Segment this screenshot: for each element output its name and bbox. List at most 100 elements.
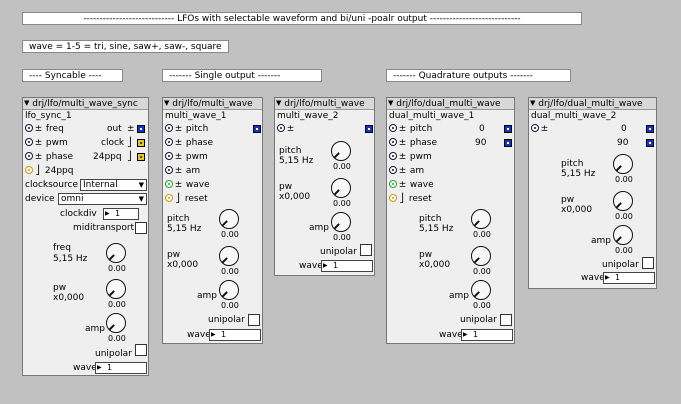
pitch-knob[interactable] (219, 209, 239, 229)
outlet-90-icon[interactable] (504, 139, 512, 147)
unipolar-toggle[interactable] (500, 314, 512, 326)
inlet-icon[interactable] (25, 152, 33, 160)
inlet-wave[interactable]: ± wave (165, 179, 210, 191)
outlet-icon[interactable] (253, 125, 261, 133)
outlet-out-icon[interactable] (137, 125, 145, 133)
inlet-icon[interactable] (389, 194, 397, 202)
inlet-am[interactable]: ± am (165, 165, 200, 177)
collapse-triangle-icon[interactable]: ▼ (24, 99, 29, 107)
collapse-triangle-icon[interactable]: ▼ (276, 99, 281, 107)
wave-number-box[interactable]: ▶ 1 (603, 272, 655, 284)
wave-number-box[interactable]: ▶ 1 (461, 329, 513, 341)
amp-knob[interactable] (219, 280, 239, 300)
inlet-label: phase (45, 152, 74, 162)
inlet-icon[interactable] (25, 138, 33, 146)
unipolar-toggle[interactable] (248, 314, 260, 326)
inlet-phase[interactable]: ± phase (25, 151, 73, 163)
inlet-icon[interactable] (389, 138, 397, 146)
pw-knob-value: 0.00 (221, 267, 239, 276)
pw-knob[interactable] (106, 279, 126, 299)
pitch-knob[interactable] (613, 154, 633, 174)
inlet-icon[interactable] (165, 194, 173, 202)
inlet-icon[interactable] (165, 124, 173, 132)
inlet-label: phase (409, 138, 438, 148)
wave-legend-comment: wave = 1-5 = tri, sine, saw+, saw-, squa… (22, 40, 229, 53)
inlet-phase[interactable]: ± phase (165, 137, 213, 149)
dual-multi-wave-2-panel: ▼ drj/lfo/dual_multi_wave dual_multi_wav… (528, 97, 657, 289)
collapse-triangle-icon[interactable]: ▼ (388, 99, 393, 107)
inlet-icon[interactable] (165, 166, 173, 174)
pitch-knob[interactable] (331, 141, 351, 161)
trigger-icon: ⎦ (35, 166, 40, 176)
inlet-phase[interactable]: ± phase (389, 137, 437, 149)
pw-knob[interactable] (331, 178, 351, 198)
inlet-pitch[interactable]: ± pitch (165, 123, 208, 135)
dropdown-value: Internal (83, 180, 118, 190)
inlet-icon[interactable] (531, 124, 539, 132)
inlet-icon[interactable] (389, 152, 397, 160)
pw-label: pw (279, 182, 293, 192)
outlet-90-label: 90 (617, 138, 629, 148)
outlet-icon[interactable] (365, 125, 373, 133)
unipolar-toggle[interactable] (360, 244, 372, 256)
bipolar-icon: ± (174, 180, 183, 190)
inlet-icon[interactable] (389, 180, 397, 188)
outlet-24ppq-icon[interactable] (137, 153, 145, 161)
inlet-pwm[interactable]: ± pwm (25, 137, 68, 149)
unipolar-toggle[interactable] (642, 257, 654, 269)
amp-knob[interactable] (613, 225, 633, 245)
collapse-triangle-icon[interactable]: ▼ (164, 99, 169, 107)
pitch-value: 5,15 Hz (167, 224, 202, 234)
pitch-value: 5,15 Hz (279, 156, 314, 166)
freq-knob[interactable] (106, 243, 126, 263)
collapse-triangle-icon[interactable]: ▼ (530, 99, 535, 107)
miditransport-toggle[interactable] (135, 222, 147, 234)
dual-multi-wave-1-panel: ▼ drj/lfo/dual_multi_wave dual_multi_wav… (386, 97, 515, 344)
inlet-icon[interactable] (277, 124, 285, 132)
inlet-wave[interactable]: ± wave (389, 179, 434, 191)
inlet-pwm[interactable]: ± pwm (165, 151, 208, 163)
inlet-icon[interactable] (389, 124, 397, 132)
unipolar-toggle[interactable] (135, 344, 147, 356)
pw-knob[interactable] (471, 246, 491, 266)
clocksource-dropdown[interactable]: Internal ▼ (80, 179, 147, 191)
inlet-am[interactable]: ± am (389, 165, 424, 177)
inlet-24ppq[interactable]: ⎦ 24ppq (25, 165, 73, 177)
inlet-pitch[interactable]: ± pitch (389, 123, 432, 135)
inlet-pitch[interactable]: ± (531, 123, 549, 135)
outlet-clock-label: clock (101, 138, 125, 148)
outlet-0-icon[interactable] (646, 125, 654, 133)
wave-number-box[interactable]: ▶ 1 (321, 260, 373, 272)
unipolar-label: unipolar (320, 247, 357, 257)
inlet-icon[interactable] (389, 166, 397, 174)
pitch-knob[interactable] (471, 209, 491, 229)
pitch-label: pitch (167, 214, 190, 224)
amp-knob[interactable] (331, 212, 351, 232)
wave-number-box[interactable]: ▶ 1 (209, 329, 261, 341)
amp-knob-value: 0.00 (333, 233, 351, 242)
wave-number-box[interactable]: ▶ 1 (95, 362, 147, 374)
amp-knob[interactable] (106, 313, 126, 333)
inlet-pwm[interactable]: ± pwm (389, 151, 432, 163)
inlet-icon[interactable] (165, 138, 173, 146)
pw-knob[interactable] (219, 246, 239, 266)
inlet-icon[interactable] (165, 152, 173, 160)
clockdiv-number-box[interactable]: ▶ 1 (103, 208, 139, 220)
outlet-0-icon[interactable] (504, 125, 512, 133)
device-dropdown[interactable]: omni ▼ (58, 193, 147, 205)
pw-knob[interactable] (613, 191, 633, 211)
inlet-reset[interactable]: ⎦ reset (165, 193, 208, 205)
inlet-pitch[interactable]: ± (277, 123, 295, 135)
inlet-icon[interactable] (165, 180, 173, 188)
amp-label: amp (309, 223, 329, 233)
inlet-reset[interactable]: ⎦ reset (389, 193, 432, 205)
amp-knob[interactable] (471, 280, 491, 300)
section-single-output: ------- Single output ------- (162, 69, 322, 82)
inlet-freq[interactable]: ± freq (25, 123, 64, 135)
inlet-icon[interactable] (25, 124, 33, 132)
outlet-90-icon[interactable] (646, 139, 654, 147)
outlet-clock-icon[interactable] (137, 139, 145, 147)
inlet-icon[interactable] (25, 166, 33, 174)
section-quadrature-outputs: ------- Quadrature outputs ------- (386, 69, 571, 82)
clocksource-label: clocksource (25, 180, 79, 190)
